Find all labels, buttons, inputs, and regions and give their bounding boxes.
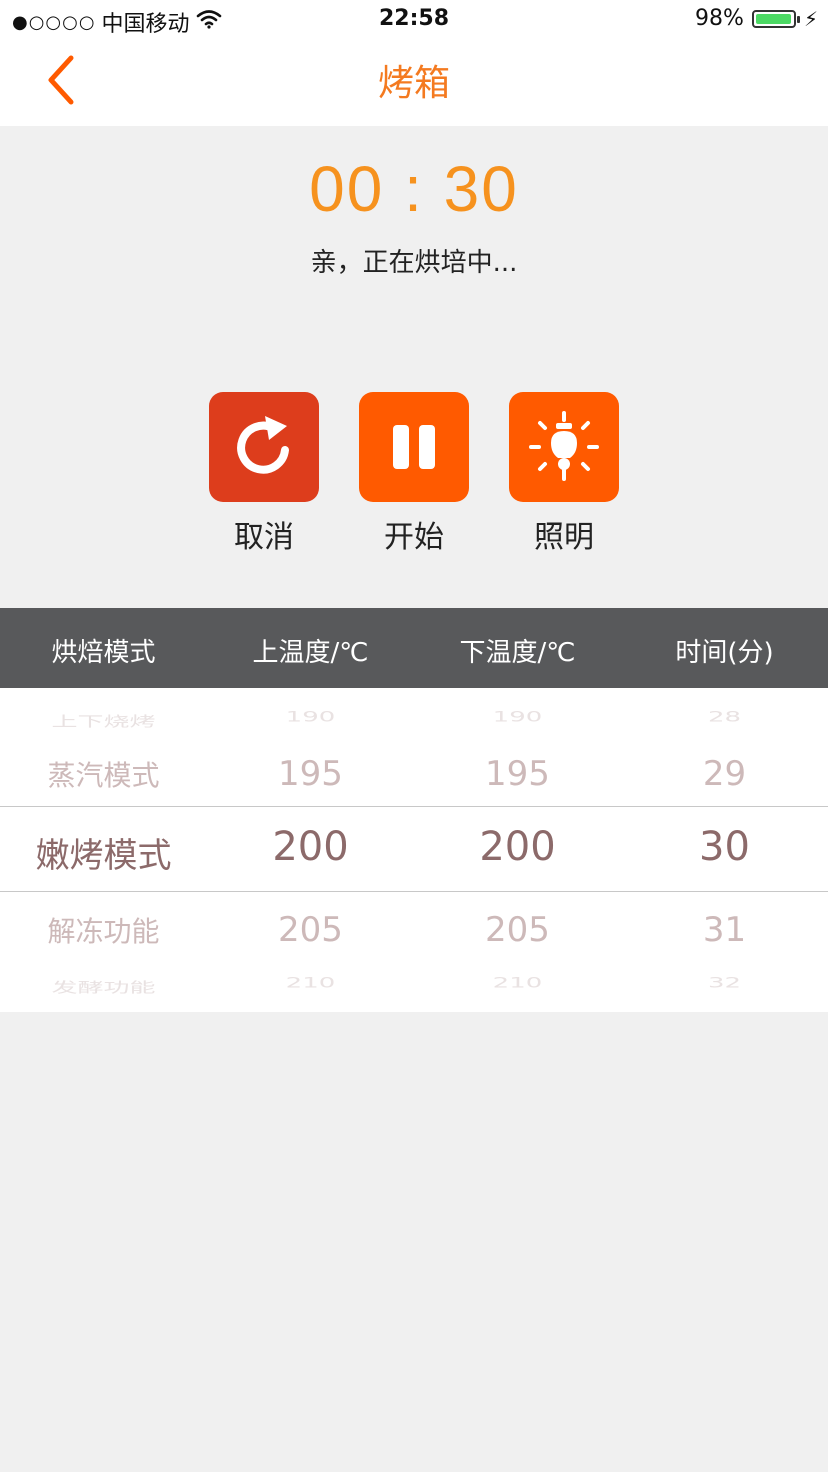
start-tile[interactable] — [359, 392, 469, 502]
top-temp-wheel[interactable]: 190 195 200 205 210 — [207, 688, 414, 1012]
picker-item[interactable]: 31 — [621, 910, 828, 950]
start-button[interactable]: 开始 — [359, 392, 469, 556]
picker-item-selected[interactable]: 嫩烤模式 — [0, 828, 207, 877]
picker-item[interactable]: 205 — [414, 910, 621, 950]
picker-item-selected[interactable]: 200 — [414, 824, 621, 870]
picker-item[interactable]: 上下烧烤 — [0, 710, 207, 731]
selection-divider-bottom — [0, 891, 828, 892]
picker-item[interactable]: 29 — [621, 754, 828, 794]
battery-percent: 98% — [695, 6, 744, 31]
picker-item[interactable]: 195 — [207, 754, 414, 794]
light-tile[interactable] — [509, 392, 619, 502]
picker-item[interactable]: 发酵功能 — [0, 976, 207, 997]
mode-wheel[interactable]: 上下烧烤 蒸汽模式 嫩烤模式 解冻功能 发酵功能 — [0, 688, 207, 1012]
picker-item[interactable]: 28 — [621, 709, 828, 726]
countdown-timer: 00 : 30 — [309, 153, 519, 225]
settings-column-header: 烘焙模式 上温度/℃ 下温度/℃ 时间(分) — [0, 608, 828, 688]
picker-item[interactable]: 190 — [414, 709, 621, 726]
start-label: 开始 — [384, 520, 444, 555]
refresh-icon — [237, 416, 289, 474]
page-title: 烤箱 — [377, 63, 450, 104]
cancel-button[interactable]: 取消 — [209, 392, 319, 556]
status-right: 98% ⚡ — [695, 6, 818, 31]
picker-item[interactable]: 32 — [621, 975, 828, 992]
baking-status-message: 亲，正在烘培中... — [310, 248, 518, 278]
picker-item[interactable]: 210 — [414, 975, 621, 992]
selection-divider-top — [0, 806, 828, 807]
action-buttons: 取消 开始 照明 — [0, 392, 828, 555]
picker-item-selected[interactable]: 200 — [207, 824, 414, 870]
charging-icon: ⚡ — [803, 6, 818, 31]
picker-item[interactable]: 205 — [207, 910, 414, 950]
picker-item[interactable]: 195 — [414, 754, 621, 794]
picker-item[interactable]: 190 — [207, 709, 414, 726]
battery-icon — [751, 9, 800, 28]
status-bar: ●○○○○ 中国移动 22:58 98% ⚡ — [0, 0, 828, 40]
picker-item-selected[interactable]: 30 — [621, 824, 828, 870]
column-mode: 烘焙模式 — [51, 638, 156, 668]
light-button[interactable]: 照明 — [509, 392, 619, 556]
cancel-label: 取消 — [234, 520, 294, 555]
light-bulb-icon — [529, 411, 599, 481]
picker-item[interactable]: 解冻功能 — [0, 910, 207, 950]
bottom-temp-wheel[interactable]: 190 195 200 205 210 — [414, 688, 621, 1012]
column-bottom-temp: 下温度/℃ — [459, 638, 576, 668]
pause-icon — [393, 425, 435, 469]
time-wheel[interactable]: 28 29 30 31 32 — [621, 688, 828, 1012]
column-top-temp: 上温度/℃ — [252, 638, 369, 668]
column-time: 时间(分) — [675, 638, 774, 668]
picker-item[interactable]: 蒸汽模式 — [0, 754, 207, 794]
settings-picker[interactable]: 上下烧烤 蒸汽模式 嫩烤模式 解冻功能 发酵功能 190 195 200 205… — [0, 688, 828, 1012]
picker-item[interactable]: 210 — [207, 975, 414, 992]
light-label: 照明 — [534, 520, 594, 555]
nav-bar: 烤箱 — [0, 40, 828, 126]
cancel-tile[interactable] — [209, 392, 319, 502]
